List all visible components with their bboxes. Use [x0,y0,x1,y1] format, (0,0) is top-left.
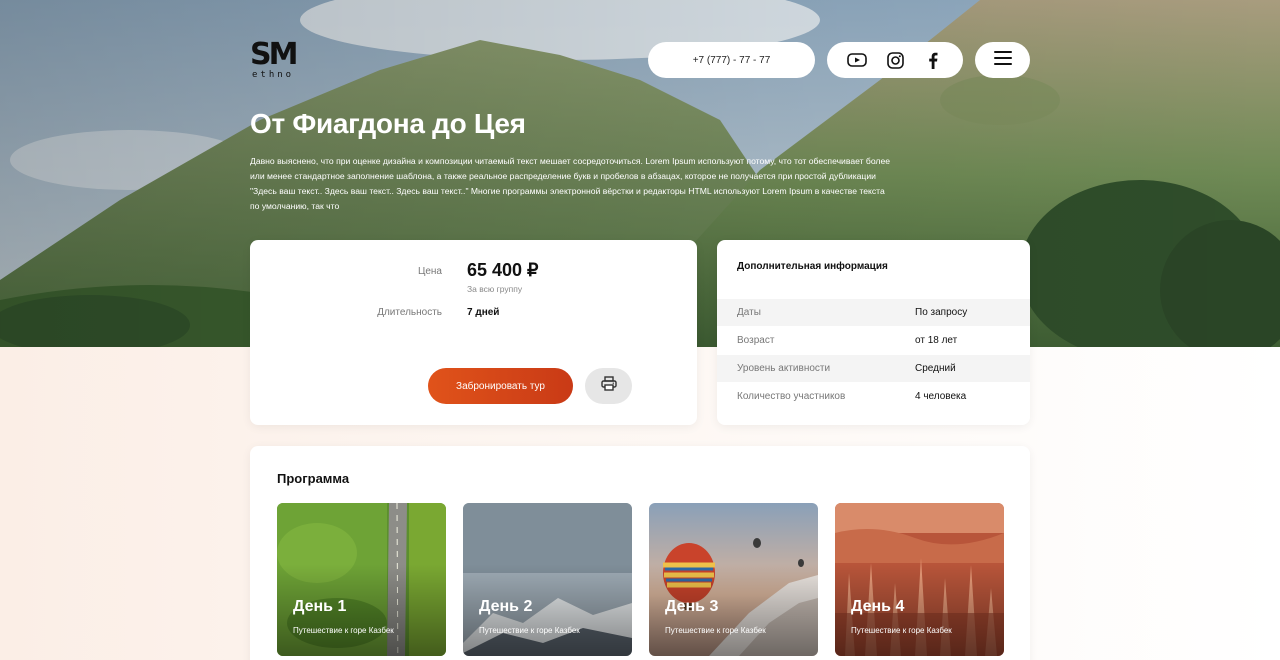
day-title: День 4 [851,598,905,615]
additional-info-card: Дополнительная информация Даты По запрос… [717,240,1030,425]
tour-description: Давно выяснено, что при оценке дизайна и… [250,156,891,211]
day-card-3[interactable]: День 3 Путешествие к горе Казбек [649,503,818,656]
info-key: Даты [737,307,761,318]
duration-label: Длительность [377,307,442,318]
phone-number: +7 (777) - 77 - 77 [692,54,771,66]
day-title: День 2 [479,598,533,615]
info-row-participants: Количество участников 4 человека [717,383,1030,410]
day-subtitle: Путешествие к горе Казбек [479,626,580,635]
day-card-4[interactable]: День 4 Путешествие к горе Казбек [835,503,1004,656]
day-card-2[interactable]: День 2 Путешествие к горе Казбек [463,503,632,656]
program-title: Программа [277,471,350,486]
book-tour-label: Забронировать тур [456,380,545,392]
logo-subtitle: ethno [252,70,295,80]
day-card-1[interactable]: День 1 Путешествие к горе Казбек [277,503,446,656]
day-subtitle: Путешествие к горе Казбек [293,626,394,635]
day-subtitle: Путешествие к горе Казбек [851,626,952,635]
price-value: 65 400 ₽ [467,260,539,280]
info-value: Средний [915,363,956,374]
info-row-age: Возраст от 18 лет [717,327,1030,354]
menu-button[interactable] [975,42,1030,78]
hamburger-menu-icon [993,50,1012,70]
info-value: По запросу [915,307,968,318]
logo[interactable]: SM ethno [250,40,310,84]
instagram-icon[interactable] [885,50,905,70]
info-value: 4 человека [915,391,967,402]
info-key: Уровень активности [737,363,831,374]
print-button[interactable] [585,368,632,404]
page-title: От Фиагдона до Цея [250,108,526,139]
info-row-dates: Даты По запросу [717,299,1030,326]
logo-mark: SM [250,37,298,72]
info-key: Возраст [737,335,775,346]
social-links [827,42,963,78]
info-row-activity: Уровень активности Средний [717,355,1030,382]
printer-icon [600,376,617,396]
youtube-icon[interactable] [847,50,867,70]
day-title: День 3 [665,598,719,615]
info-key: Количество участников [737,391,846,402]
phone-button[interactable]: +7 (777) - 77 - 77 [648,42,815,78]
facebook-icon[interactable] [923,50,943,70]
price-label: Цена [417,266,442,277]
price-note: За всю группу [467,284,523,294]
book-tour-button[interactable]: Забронировать тур [428,368,573,404]
day-subtitle: Путешествие к горе Казбек [665,626,766,635]
day-title: День 1 [293,598,347,615]
additional-info-title: Дополнительная информация [737,261,888,272]
info-value: от 18 лет [915,335,958,346]
duration-value: 7 дней [467,307,500,318]
